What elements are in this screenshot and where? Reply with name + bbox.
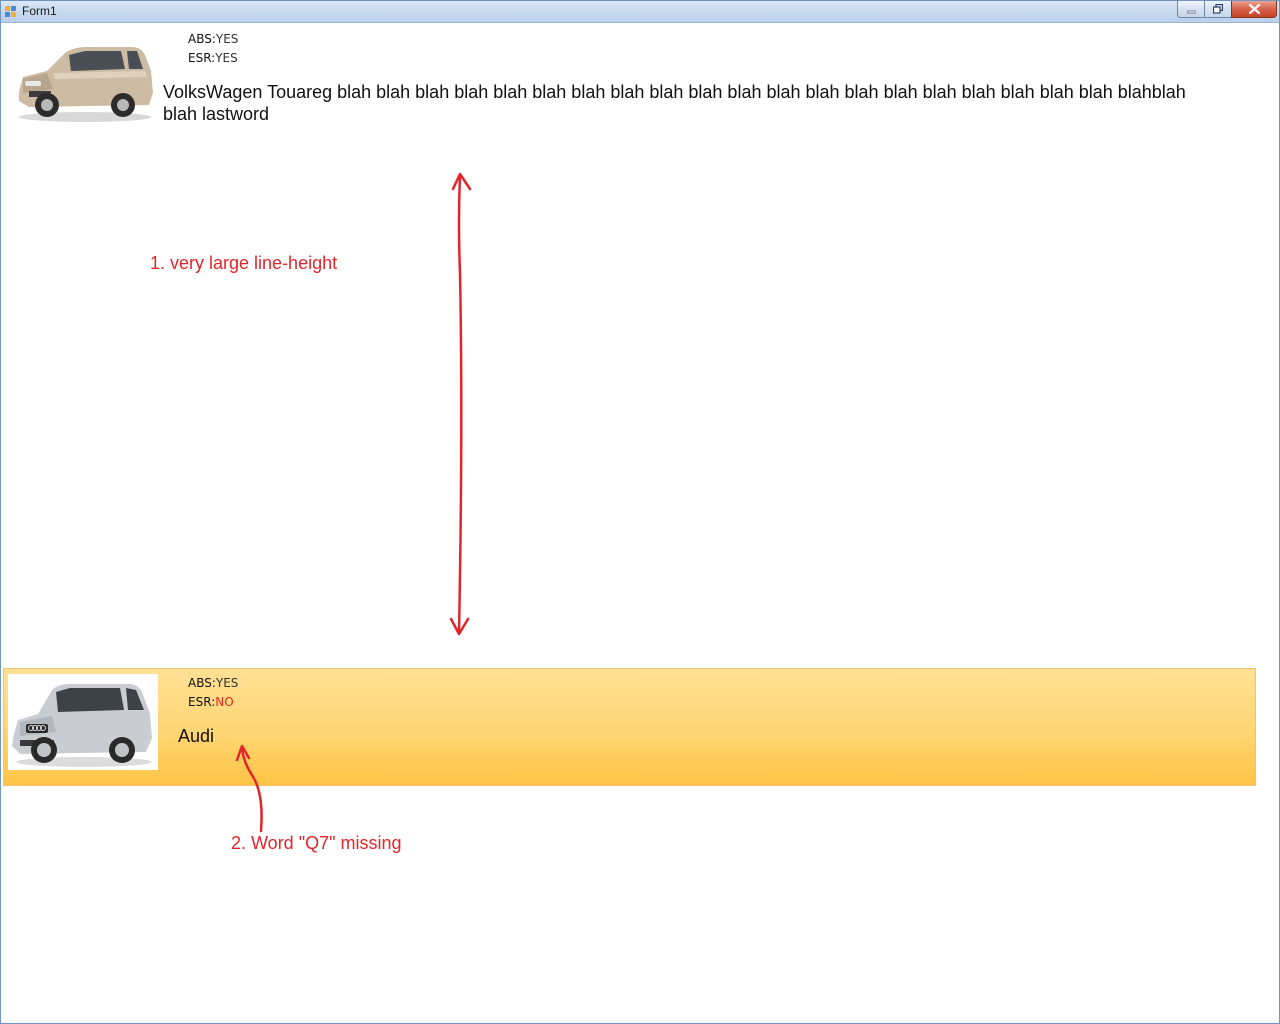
- window-controls: [1177, 1, 1277, 19]
- double-arrow-icon: [449, 172, 472, 636]
- window-title: Form1: [22, 4, 57, 18]
- curved-arrow-icon: [235, 744, 263, 833]
- list-view[interactable]: ABS:YES ESR:YES VolksWagen Touareg blah …: [2, 23, 1280, 1024]
- minimize-icon: [1186, 10, 1196, 13]
- annotation-arrows: [235, 172, 472, 833]
- restore-button[interactable]: [1204, 1, 1231, 18]
- app-window: Form1 ABS:YES ESR:YES VolksWagen Touareg…: [0, 0, 1280, 1024]
- restore-icon: [1213, 4, 1223, 14]
- close-icon: [1248, 4, 1260, 14]
- minimize-button[interactable]: [1177, 1, 1204, 18]
- title-bar[interactable]: Form1: [1, 1, 1279, 23]
- app-icon: [5, 6, 16, 17]
- close-button[interactable]: [1231, 1, 1277, 18]
